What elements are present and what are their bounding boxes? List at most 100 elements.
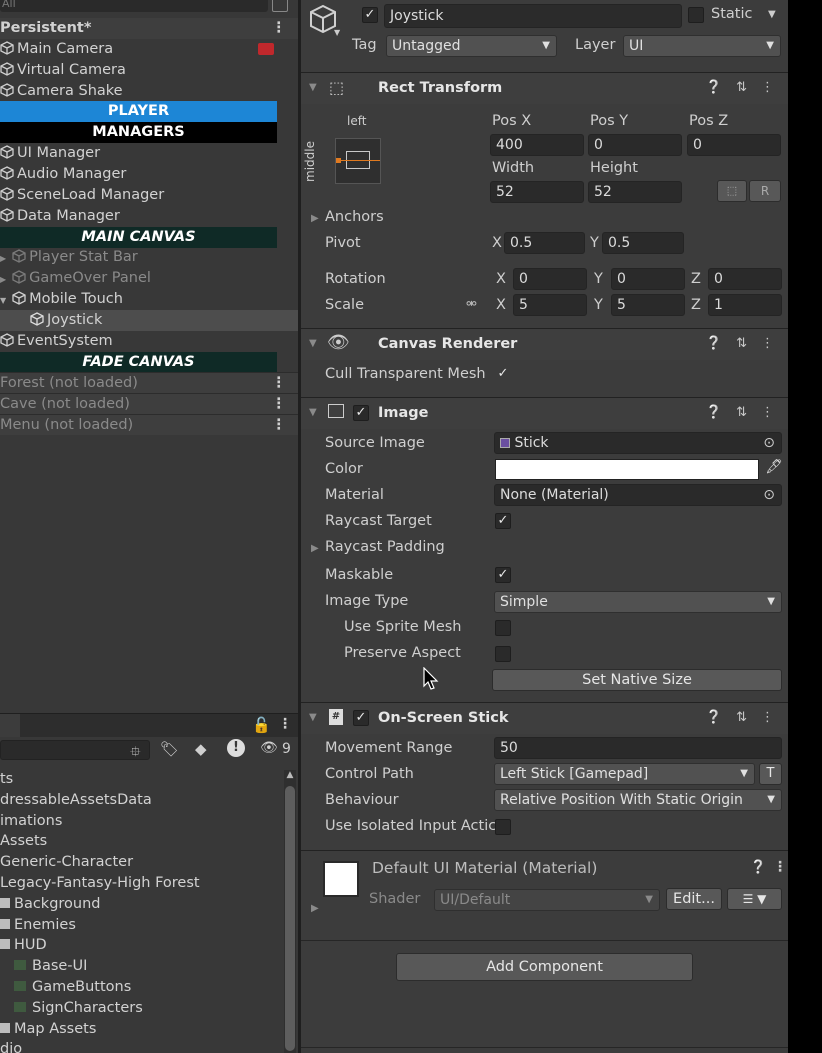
- hierarchy-item[interactable]: ▶ Player Stat Bar: [0, 247, 298, 268]
- unloaded-scene-row[interactable]: Cave (not loaded) ⋮: [0, 393, 298, 415]
- blueprint-mode-button[interactable]: ⬚: [717, 180, 747, 202]
- material-field[interactable]: None (Material) ⊙: [494, 484, 782, 506]
- hierarchy-header-canvas[interactable]: MAIN CANVAS: [0, 226, 277, 248]
- scene-menu-kebab[interactable]: ⋮: [272, 18, 287, 39]
- unloaded-scene-row[interactable]: Forest (not loaded) ⋮: [0, 372, 298, 394]
- behaviour-dropdown[interactable]: Relative Position With Static Origin ▼: [494, 789, 782, 811]
- set-native-size-button[interactable]: Set Native Size: [492, 669, 782, 691]
- image-header[interactable]: ▼ ✓ Image ❔ ⇅ ⋮: [301, 397, 788, 429]
- project-folder-item[interactable]: Map Assets: [0, 1019, 96, 1040]
- fold-arrow-icon[interactable]: ▼: [309, 338, 317, 349]
- cull-transparent-checkbox[interactable]: ✓: [495, 367, 511, 383]
- pivot-x-field[interactable]: 0.5: [504, 232, 585, 254]
- preserve-aspect-checkbox[interactable]: [495, 646, 511, 662]
- fold-arrow-icon[interactable]: ▼: [309, 712, 317, 723]
- hierarchy-item[interactable]: Main Camera: [0, 39, 298, 60]
- material-preview-thumbnail[interactable]: [323, 861, 359, 897]
- icon-dropdown-arrow[interactable]: ▼: [334, 28, 340, 37]
- tag-dropdown[interactable]: Untagged ▼: [386, 35, 557, 57]
- scale-x-field[interactable]: 5: [513, 294, 587, 316]
- unloaded-scene-row[interactable]: Menu (not loaded) ⋮: [0, 414, 298, 436]
- scene-header-row[interactable]: Persistent* ⋮: [0, 18, 298, 39]
- shader-dropdown[interactable]: UI/Default ▼: [434, 889, 660, 911]
- rotation-z-field[interactable]: 0: [708, 268, 782, 290]
- pos-x-field[interactable]: 400: [490, 134, 584, 156]
- gameobject-cube-icon[interactable]: [309, 4, 337, 34]
- hierarchy-header-player[interactable]: PLAYER: [0, 101, 277, 123]
- project-folder-item[interactable]: Background: [0, 894, 101, 915]
- use-sprite-mesh-checkbox[interactable]: [495, 620, 511, 636]
- pos-y-field[interactable]: 0: [588, 134, 682, 156]
- movement-range-field[interactable]: 50: [494, 737, 782, 759]
- image-type-dropdown[interactable]: Simple ▼: [494, 591, 782, 613]
- project-folder-item[interactable]: HUD: [0, 935, 47, 956]
- hierarchy-header-managers[interactable]: MANAGERS: [0, 122, 277, 144]
- filter-by-label-icon[interactable]: 🏷: [160, 740, 179, 758]
- project-folder-item[interactable]: dressableAssetsData: [0, 790, 152, 811]
- rect-transform-header[interactable]: ▼ ⬚ Rect Transform ❔ ⇅ ⋮: [301, 72, 788, 104]
- rotation-x-field[interactable]: 0: [513, 268, 587, 290]
- hierarchy-item[interactable]: Virtual Camera: [0, 60, 298, 81]
- hierarchy-header-canvas[interactable]: FADE CANVAS: [0, 351, 277, 373]
- project-folder-item[interactable]: Legacy-Fantasy-High Forest: [0, 873, 200, 894]
- project-folder-item[interactable]: Generic-Character: [0, 852, 133, 873]
- project-folder-item[interactable]: Assets: [0, 831, 47, 852]
- warning-filter-icon[interactable]: !: [227, 739, 245, 757]
- scene-menu-kebab[interactable]: ⋮: [272, 415, 287, 436]
- preset-icon[interactable]: ⇅: [736, 80, 747, 95]
- anchor-preset-button[interactable]: [335, 138, 381, 184]
- stick-enabled-checkbox[interactable]: ✓: [353, 710, 369, 726]
- scale-z-field[interactable]: 1: [708, 294, 782, 316]
- scale-y-field[interactable]: 5: [611, 294, 685, 316]
- fold-arrow-icon[interactable]: ▼: [309, 407, 317, 418]
- control-path-dropdown[interactable]: Left Stick [Gamepad] ▼: [494, 763, 755, 785]
- lock-icon[interactable]: 🔓: [252, 716, 271, 734]
- height-field[interactable]: 52: [588, 181, 682, 203]
- search-by-type-icon[interactable]: ⯐: [130, 741, 141, 765]
- project-folder-item[interactable]: dio: [0, 1039, 22, 1053]
- scrollbar-thumb[interactable]: [285, 786, 295, 1051]
- active-checkbox[interactable]: ✓: [362, 7, 378, 23]
- help-icon[interactable]: ❔: [706, 405, 722, 420]
- hierarchy-search-field[interactable]: All: [0, 0, 268, 12]
- width-field[interactable]: 52: [490, 181, 584, 203]
- color-swatch[interactable]: [495, 459, 759, 480]
- expand-arrow-icon[interactable]: ▼: [0, 296, 6, 305]
- help-icon[interactable]: ❔: [706, 336, 722, 351]
- scene-menu-kebab[interactable]: ⋮: [272, 394, 287, 415]
- component-menu-kebab[interactable]: ⋮: [761, 80, 774, 95]
- raycast-target-checkbox[interactable]: ✓: [495, 513, 511, 529]
- component-menu-kebab[interactable]: ⋮: [761, 405, 774, 420]
- image-enabled-checkbox[interactable]: ✓: [353, 405, 369, 421]
- project-folder-item[interactable]: ts: [0, 769, 13, 790]
- control-path-text-toggle[interactable]: T: [759, 763, 782, 785]
- project-folder-item[interactable]: imations: [0, 811, 62, 832]
- static-checkbox[interactable]: [688, 7, 704, 23]
- maskable-checkbox[interactable]: ✓: [495, 567, 511, 583]
- pivot-y-field[interactable]: 0.5: [602, 232, 684, 254]
- project-tab[interactable]: [0, 714, 20, 738]
- preset-icon[interactable]: ⇅: [736, 336, 747, 351]
- layer-dropdown[interactable]: UI ▼: [623, 35, 781, 57]
- constrain-proportions-icon[interactable]: ⚮: [466, 297, 477, 312]
- help-icon[interactable]: ❔: [750, 860, 766, 875]
- project-folder-item[interactable]: SignCharacters: [0, 998, 143, 1019]
- hierarchy-item-selected[interactable]: Joystick: [0, 309, 298, 331]
- hierarchy-item[interactable]: SceneLoad Manager: [0, 185, 298, 206]
- project-folder-item[interactable]: Base-UI: [0, 956, 87, 977]
- hierarchy-item[interactable]: ▼ Mobile Touch: [0, 289, 298, 310]
- project-folder-item[interactable]: GameButtons: [0, 977, 131, 998]
- fold-arrow-icon[interactable]: ▼: [309, 82, 317, 93]
- component-menu-kebab[interactable]: ⋮: [773, 859, 787, 875]
- object-picker-icon[interactable]: ⊙: [763, 485, 775, 505]
- raycast-padding-fold-icon[interactable]: ▶: [311, 543, 319, 554]
- hierarchy-item[interactable]: Camera Shake: [0, 81, 298, 102]
- expand-arrow-icon[interactable]: ▶: [0, 254, 6, 263]
- help-icon[interactable]: ❔: [706, 80, 722, 95]
- hidden-packages-icon[interactable]: 👁: [260, 740, 278, 756]
- scroll-up-arrow[interactable]: ▲: [284, 770, 296, 782]
- rotation-y-field[interactable]: 0: [611, 268, 685, 290]
- canvas-renderer-header[interactable]: ▼ 👁 Canvas Renderer ❔ ⇅ ⋮: [301, 328, 788, 360]
- scene-menu-kebab[interactable]: ⋮: [272, 373, 287, 394]
- isolated-input-checkbox[interactable]: [495, 819, 511, 835]
